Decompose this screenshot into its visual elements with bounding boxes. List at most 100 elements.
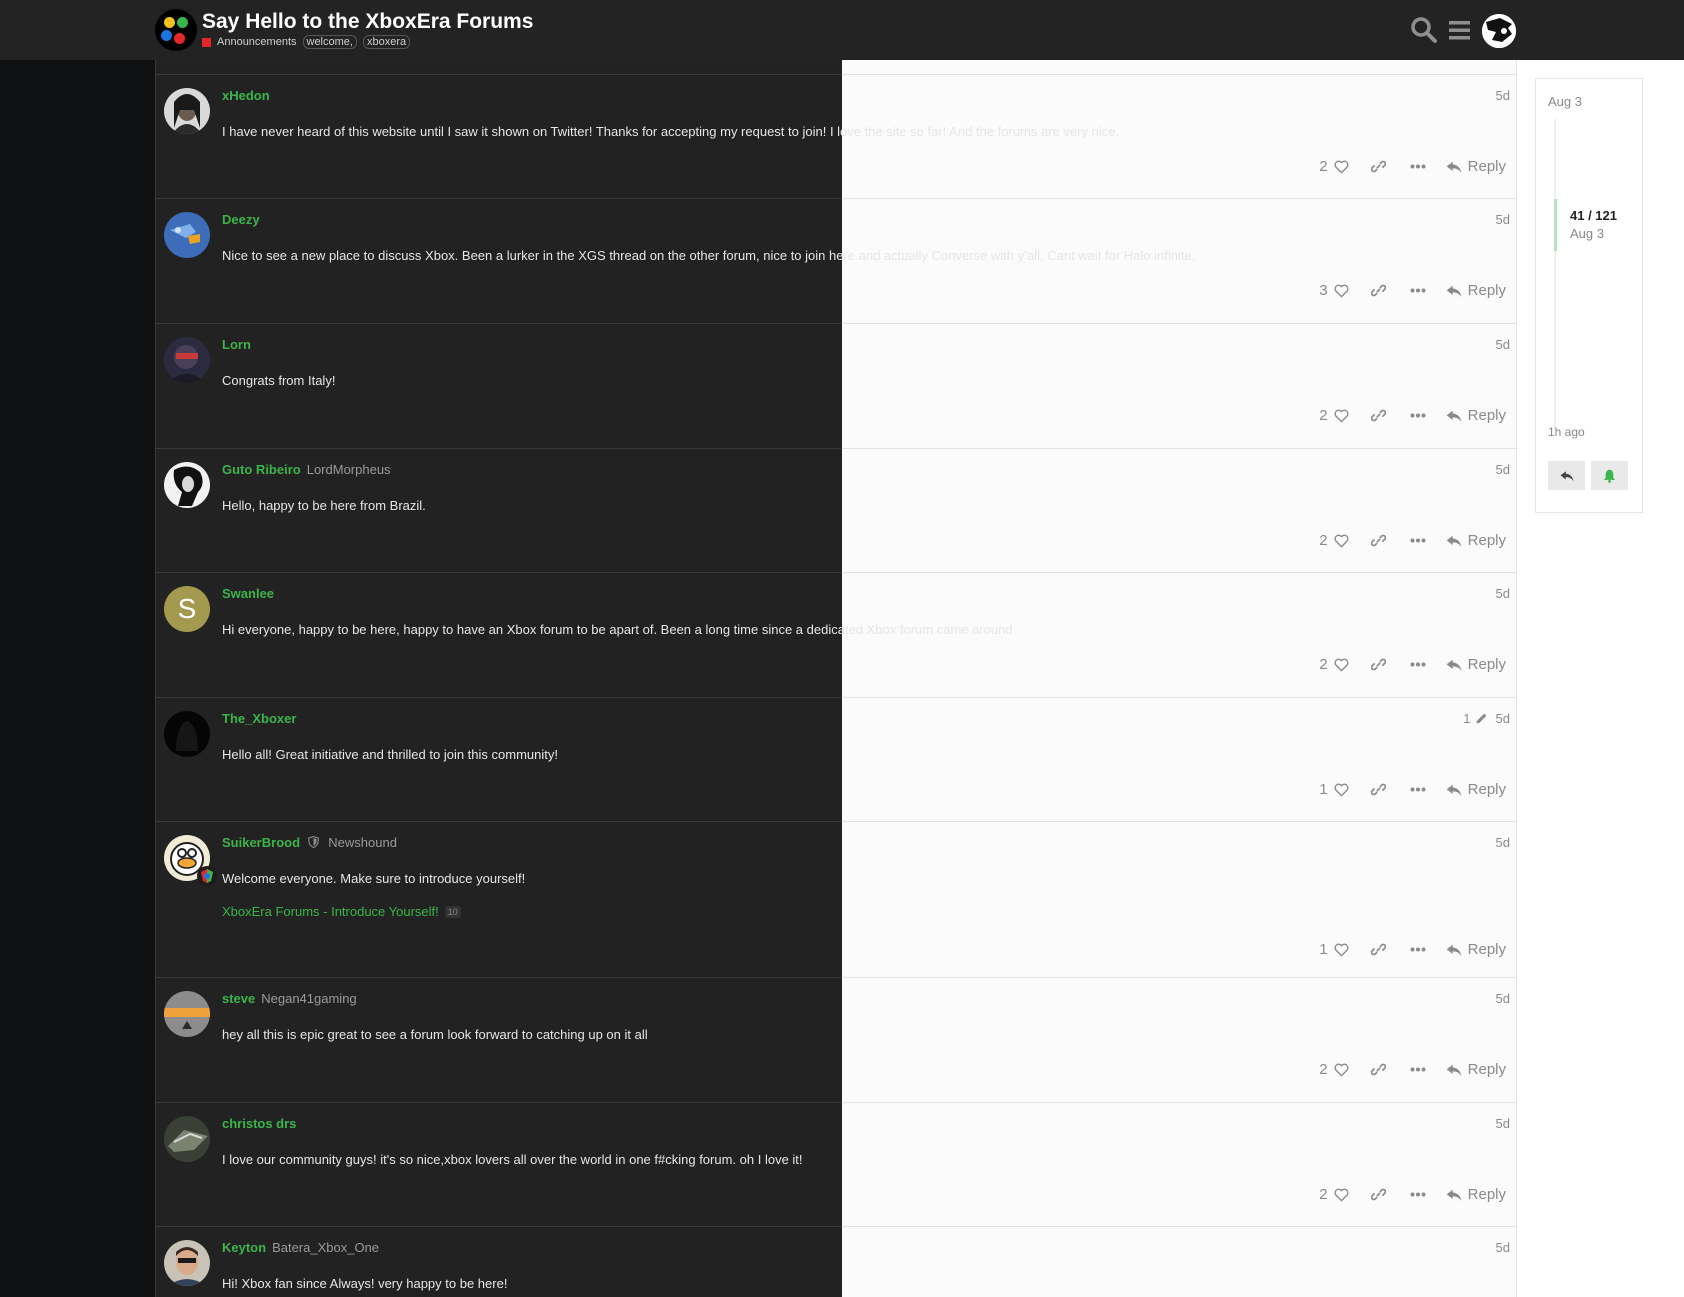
like-button[interactable]: 2 bbox=[1319, 1061, 1349, 1078]
topic-title[interactable]: Say Hello to the XboxEra Forums bbox=[202, 10, 533, 34]
timeline-scroll-track[interactable] bbox=[1554, 119, 1556, 429]
reply-button[interactable]: Reply bbox=[1446, 532, 1506, 549]
edit-count[interactable]: 1 bbox=[1463, 711, 1470, 726]
more-actions-button[interactable] bbox=[1410, 947, 1426, 952]
like-button[interactable]: 2 bbox=[1319, 532, 1349, 549]
current-user-avatar[interactable] bbox=[1482, 14, 1516, 48]
like-button[interactable]: 3 bbox=[1319, 282, 1349, 299]
heart-icon bbox=[1334, 534, 1349, 548]
post: SuikerBrood Newshound 5d Welcome everyon… bbox=[156, 821, 1516, 977]
post-date[interactable]: 5d bbox=[1496, 337, 1510, 352]
timeline-position: 41 / 121 bbox=[1570, 208, 1617, 223]
username[interactable]: christos drs bbox=[222, 1116, 296, 1131]
flair-badge-icon bbox=[197, 866, 217, 886]
timeline-start-date[interactable]: Aug 3 bbox=[1548, 94, 1582, 109]
share-link-button[interactable] bbox=[1370, 533, 1386, 548]
username[interactable]: Swanlee bbox=[222, 586, 274, 601]
post-divider bbox=[156, 198, 1516, 199]
link-icon bbox=[1370, 284, 1386, 297]
link-icon bbox=[1370, 943, 1386, 956]
username[interactable]: xHedon bbox=[222, 88, 270, 103]
post-date[interactable]: 5d bbox=[1496, 88, 1510, 103]
ellipsis-icon bbox=[1410, 1192, 1426, 1197]
notification-level-button[interactable] bbox=[1591, 461, 1628, 490]
post-date[interactable]: 5d bbox=[1496, 462, 1510, 477]
reply-button[interactable]: Reply bbox=[1446, 158, 1506, 175]
like-button[interactable]: 2 bbox=[1319, 158, 1349, 175]
username[interactable]: Keyton Batera_Xbox_One bbox=[222, 1240, 379, 1255]
link-icon bbox=[1370, 160, 1386, 173]
username[interactable]: The_Xboxer bbox=[222, 711, 296, 726]
post-date[interactable]: 5d bbox=[1496, 991, 1510, 1006]
reply-button[interactable]: Reply bbox=[1446, 1186, 1506, 1203]
more-actions-button[interactable] bbox=[1410, 1192, 1426, 1197]
more-actions-button[interactable] bbox=[1410, 538, 1426, 543]
like-button[interactable]: 2 bbox=[1319, 1186, 1349, 1203]
more-actions-button[interactable] bbox=[1410, 662, 1426, 667]
share-link-button[interactable] bbox=[1370, 408, 1386, 423]
avatar[interactable] bbox=[164, 991, 210, 1037]
tag-xboxera[interactable]: xboxera bbox=[362, 35, 411, 49]
reply-icon bbox=[1446, 285, 1461, 297]
timeline-last-activity[interactable]: 1h ago bbox=[1548, 425, 1585, 439]
post-date[interactable]: 5d bbox=[1496, 1240, 1510, 1255]
timeline-reply-button[interactable] bbox=[1548, 461, 1585, 490]
hamburger-menu-icon[interactable] bbox=[1446, 16, 1474, 44]
username[interactable]: Guto Ribeiro LordMorpheus bbox=[222, 462, 391, 477]
avatar[interactable] bbox=[164, 462, 210, 508]
reply-button[interactable]: Reply bbox=[1446, 656, 1506, 673]
username[interactable]: Lorn bbox=[222, 337, 251, 352]
post-date[interactable]: 5d bbox=[1496, 586, 1510, 601]
like-button[interactable]: 2 bbox=[1319, 656, 1349, 673]
post: The_Xboxer 1 5d Hello all! Great initiat… bbox=[156, 697, 1516, 821]
post-actions: 1 Reply bbox=[1319, 781, 1506, 798]
reply-button[interactable]: Reply bbox=[1446, 781, 1506, 798]
reply-button[interactable]: Reply bbox=[1446, 941, 1506, 958]
timeline-scroll-handle[interactable] bbox=[1554, 199, 1557, 251]
username[interactable]: steve Negan41gaming bbox=[222, 991, 357, 1006]
category-link[interactable]: Announcements bbox=[217, 36, 297, 48]
avatar[interactable] bbox=[164, 212, 210, 258]
search-icon[interactable] bbox=[1410, 16, 1438, 44]
link-icon bbox=[1370, 534, 1386, 547]
share-link-button[interactable] bbox=[1370, 1187, 1386, 1202]
avatar[interactable]: S bbox=[164, 586, 210, 632]
more-actions-button[interactable] bbox=[1410, 288, 1426, 293]
post-divider bbox=[156, 1226, 1516, 1227]
avatar[interactable] bbox=[164, 1116, 210, 1162]
share-link-button[interactable] bbox=[1370, 283, 1386, 298]
more-actions-button[interactable] bbox=[1410, 1067, 1426, 1072]
avatar[interactable] bbox=[164, 1240, 210, 1286]
post-date[interactable]: 5d bbox=[1496, 212, 1510, 227]
avatar[interactable] bbox=[164, 711, 210, 757]
more-actions-button[interactable] bbox=[1410, 164, 1426, 169]
share-link-button[interactable] bbox=[1370, 657, 1386, 672]
post-divider bbox=[156, 448, 1516, 449]
reply-button[interactable]: Reply bbox=[1446, 1061, 1506, 1078]
share-link-button[interactable] bbox=[1370, 159, 1386, 174]
username[interactable]: Deezy bbox=[222, 212, 260, 227]
username[interactable]: SuikerBrood Newshound bbox=[222, 835, 397, 850]
post-date[interactable]: 5d bbox=[1496, 1116, 1510, 1131]
reply-icon bbox=[1446, 784, 1461, 796]
like-button[interactable]: 2 bbox=[1319, 407, 1349, 424]
reply-icon bbox=[1446, 535, 1461, 547]
share-link-button[interactable] bbox=[1370, 942, 1386, 957]
more-actions-button[interactable] bbox=[1410, 413, 1426, 418]
reply-button[interactable]: Reply bbox=[1446, 407, 1506, 424]
like-button[interactable]: 1 bbox=[1319, 781, 1349, 798]
post-date[interactable]: 1 5d bbox=[1463, 711, 1510, 726]
tag-welcome[interactable]: welcome, bbox=[302, 35, 357, 49]
post-date[interactable]: 5d bbox=[1496, 835, 1510, 850]
reply-button[interactable]: Reply bbox=[1446, 282, 1506, 299]
like-button[interactable]: 1 bbox=[1319, 941, 1349, 958]
share-link-button[interactable] bbox=[1370, 1062, 1386, 1077]
more-actions-button[interactable] bbox=[1410, 787, 1426, 792]
avatar[interactable] bbox=[164, 337, 210, 383]
share-link-button[interactable] bbox=[1370, 782, 1386, 797]
link-click-count: 10 bbox=[444, 905, 461, 918]
post-divider bbox=[156, 572, 1516, 573]
site-logo[interactable] bbox=[155, 9, 197, 51]
avatar[interactable] bbox=[164, 88, 210, 134]
topic-link[interactable]: XboxEra Forums - Introduce Yourself! 10 bbox=[222, 904, 461, 919]
